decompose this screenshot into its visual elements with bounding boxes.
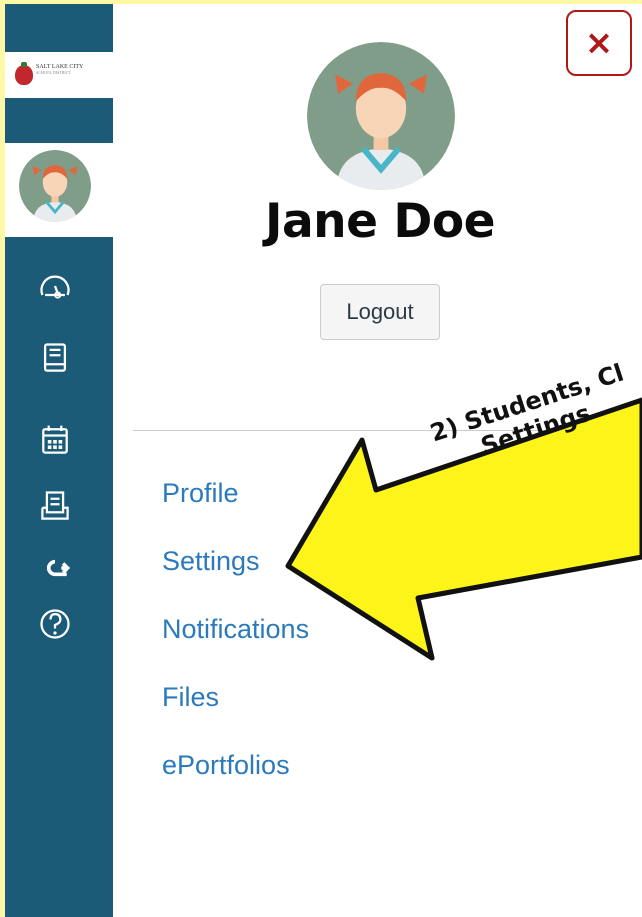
user-name: Jane Doe <box>264 194 496 249</box>
district-logo[interactable]: SALT LAKE CITY SCHOOL DISTRICT <box>5 52 113 98</box>
global-navigation: SALT LAKE CITY SCHOOL DISTRICT <box>5 4 113 917</box>
close-tray-button[interactable]: × <box>566 10 632 76</box>
eportfolios-link[interactable]: ePortfolios <box>162 744 309 812</box>
dashboard-icon[interactable] <box>33 266 77 306</box>
files-link[interactable]: Files <box>162 676 309 744</box>
courses-icon[interactable] <box>33 338 77 378</box>
close-icon: × <box>584 23 614 63</box>
profile-avatar[interactable] <box>307 42 455 190</box>
help-icon[interactable] <box>33 604 77 644</box>
apple-logo-icon <box>15 62 33 85</box>
commons-icon[interactable] <box>33 548 77 588</box>
calendar-icon[interactable] <box>33 420 77 460</box>
logout-button[interactable]: Logout <box>320 284 440 340</box>
account-avatar[interactable] <box>19 150 91 222</box>
inbox-icon[interactable] <box>33 486 77 526</box>
brand-subtitle: SCHOOL DISTRICT <box>36 70 71 75</box>
